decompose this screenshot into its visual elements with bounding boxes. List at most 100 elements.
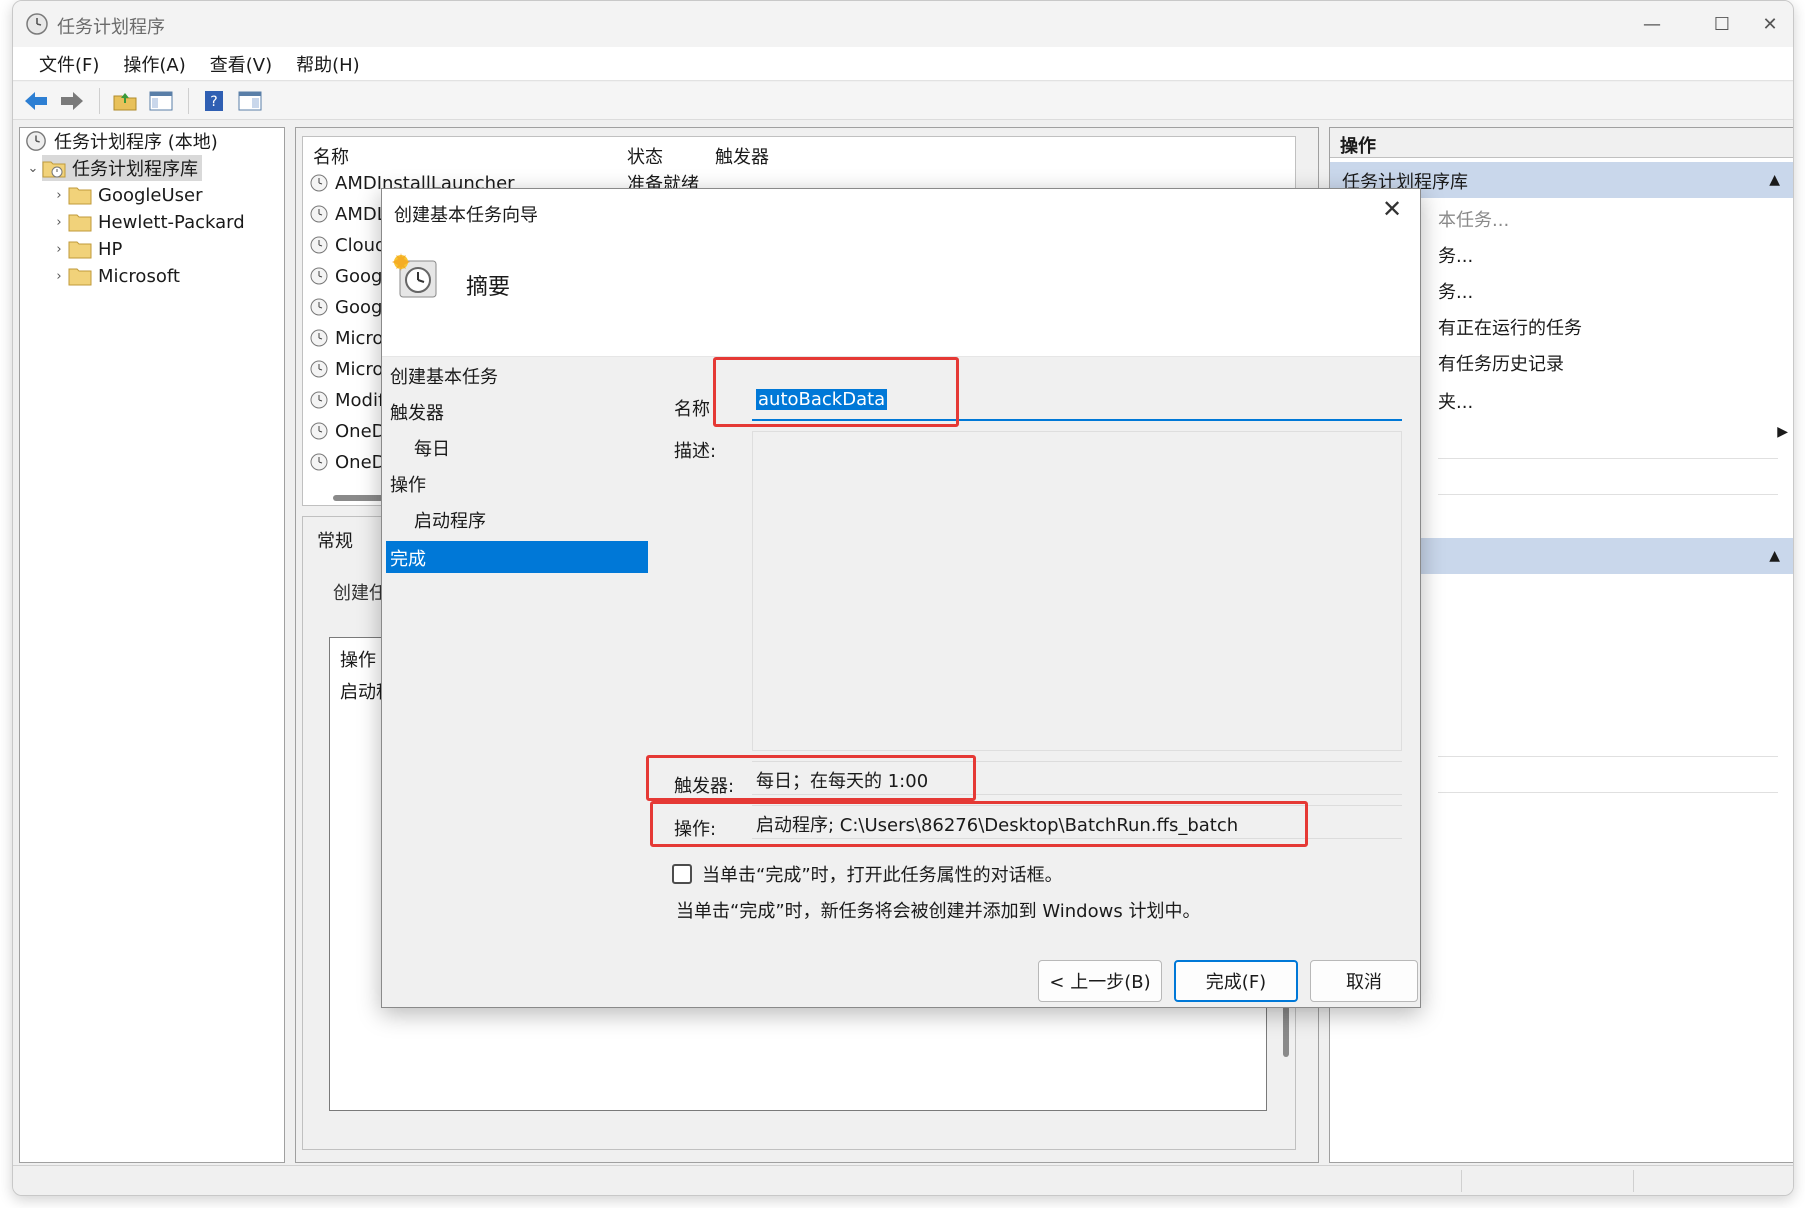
menu-action[interactable]: 操作(A)	[111, 47, 197, 81]
table-row[interactable]: AMDL	[309, 200, 387, 228]
task-name: Cloud	[335, 234, 387, 256]
help-button[interactable]: ?	[197, 85, 231, 117]
finish-hint: 当单击“完成”时，新任务将会被创建并添加到 Windows 计划中。	[676, 901, 1201, 922]
forward-arrow-icon	[61, 91, 83, 110]
wizard-step-action[interactable]: 操作	[390, 471, 426, 497]
up-folder-button[interactable]	[108, 85, 142, 117]
highlight-name-box	[713, 357, 959, 427]
action-item[interactable]: 有任务历史记录	[1438, 350, 1564, 376]
folder-icon	[68, 241, 92, 259]
panel-layout-button[interactable]	[233, 85, 267, 117]
divider	[1438, 458, 1778, 459]
expand-arrow-icon[interactable]: ▶	[1777, 424, 1788, 440]
open-properties-checkbox[interactable]	[672, 864, 692, 884]
chevron-right-icon[interactable]: ›	[50, 215, 68, 230]
tree-item-label: GoogleUser	[98, 184, 203, 206]
table-row[interactable]: Cloud	[309, 231, 386, 259]
create-basic-task-wizard: 创建基本任务向导 ✕ 摘要 创建基本任务 触发器 每日 操作 启动程序 完成 名…	[381, 188, 1421, 1008]
finish-button[interactable]: 完成(F)	[1174, 960, 1298, 1002]
dialog-title-bar: 创建基本任务向导 ✕	[382, 189, 1420, 233]
tree-item-hewlett-packard[interactable]: › Hewlett-Packard	[50, 209, 244, 235]
table-row[interactable]: Googl	[309, 293, 387, 321]
clock-icon	[310, 298, 328, 316]
open-properties-label: 当单击“完成”时，打开此任务属性的对话框。	[702, 865, 1063, 886]
clock-icon	[310, 422, 328, 440]
collapse-arrow-icon[interactable]: ▲	[1769, 172, 1780, 188]
tree-item-googleuser[interactable]: › GoogleUser	[50, 182, 203, 208]
forward-button[interactable]	[55, 85, 89, 117]
task-name: Modif	[335, 389, 385, 411]
tree-item-hp[interactable]: › HP	[50, 236, 122, 262]
folder-up-icon	[113, 92, 137, 110]
clock-icon	[310, 391, 328, 409]
back-button[interactable]	[19, 85, 53, 117]
dialog-title: 创建基本任务向导	[394, 205, 538, 226]
column-header-status[interactable]: 状态	[627, 143, 663, 169]
window-title: 任务计划程序	[57, 17, 165, 38]
tree-item-root[interactable]: 任务计划程序 (本地)	[24, 128, 218, 154]
dialog-header: 摘要	[382, 233, 1420, 357]
wizard-step-start-program[interactable]: 启动程序	[414, 507, 486, 533]
clock-icon	[310, 174, 328, 192]
divider	[1438, 756, 1778, 757]
action-item[interactable]: 有正在运行的任务	[1438, 314, 1582, 340]
wizard-step-daily[interactable]: 每日	[414, 435, 450, 461]
toolbar: ?	[13, 82, 1793, 120]
clock-icon	[26, 131, 46, 151]
wizard-step-trigger[interactable]: 触发器	[390, 399, 444, 425]
minimize-button[interactable]: —	[1617, 1, 1687, 47]
toolbar-separator	[99, 87, 100, 114]
task-name: Googl	[335, 265, 388, 287]
menu-file[interactable]: 文件(F)	[27, 47, 111, 81]
wizard-step-create[interactable]: 创建基本任务	[390, 363, 498, 389]
chevron-right-icon[interactable]: ›	[50, 269, 68, 284]
back-button[interactable]: < 上一步(B)	[1038, 960, 1162, 1002]
show-hide-console-button[interactable]	[144, 85, 178, 117]
action-item[interactable]: 本任务...	[1438, 206, 1509, 232]
chevron-right-icon[interactable]: ›	[50, 188, 68, 203]
status-separator	[1461, 1170, 1462, 1192]
collapse-arrow-icon[interactable]: ▲	[1769, 548, 1780, 564]
clock-icon	[26, 13, 48, 35]
clock-icon	[310, 329, 328, 347]
table-row[interactable]: Modif	[309, 386, 384, 414]
tab-general[interactable]: 常规	[317, 527, 353, 553]
task-name: OneD	[335, 420, 386, 442]
table-row[interactable]: OneD	[309, 448, 386, 476]
clock-icon	[310, 453, 328, 471]
wizard-step-finish[interactable]: 完成	[386, 541, 648, 573]
chevron-down-icon[interactable]: ⌄	[24, 161, 42, 176]
tree-item-label: 任务计划程序库	[72, 159, 198, 180]
menu-bar: 文件(F) 操作(A) 查看(V) 帮助(H)	[13, 47, 1793, 81]
menu-help[interactable]: 帮助(H)	[284, 47, 372, 81]
column-header-trigger[interactable]: 触发器	[715, 143, 769, 169]
table-row[interactable]: Googl	[309, 262, 387, 290]
column-header-name[interactable]: 名称	[313, 143, 349, 169]
action-item[interactable]: 务...	[1438, 242, 1473, 268]
action-item[interactable]: 务...	[1438, 278, 1473, 304]
detail-box-title: 操作	[340, 650, 376, 671]
status-bar	[13, 1165, 1793, 1195]
panel-layout-icon	[238, 91, 262, 110]
table-row[interactable]: OneD	[309, 417, 386, 445]
clock-icon	[310, 267, 328, 285]
status-separator	[1633, 1170, 1634, 1192]
tree-item-label: Microsoft	[98, 265, 180, 287]
cancel-button[interactable]: 取消	[1310, 960, 1418, 1002]
dialog-step-title: 摘要	[466, 275, 511, 300]
tree-item-selected: 任务计划程序库	[42, 155, 202, 181]
action-item[interactable]: 夹...	[1438, 388, 1473, 414]
close-icon[interactable]: ✕	[1376, 195, 1408, 227]
navigation-tree: 任务计划程序 (本地) ⌄ 任务计划程序库 › GoogleUser › Hew…	[19, 127, 285, 1163]
tree-item-library[interactable]: ⌄ 任务计划程序库	[24, 155, 202, 181]
divider	[1438, 494, 1778, 495]
menu-view[interactable]: 查看(V)	[198, 47, 284, 81]
close-window-button[interactable]: ✕	[1735, 1, 1793, 47]
folder-icon	[68, 187, 92, 205]
help-icon: ?	[205, 90, 223, 111]
tree-item-microsoft[interactable]: › Microsoft	[50, 263, 180, 289]
description-textarea[interactable]	[752, 431, 1402, 751]
name-label: 名称	[674, 399, 710, 420]
title-bar: 任务计划程序 — ☐ ✕	[13, 1, 1793, 47]
chevron-right-icon[interactable]: ›	[50, 242, 68, 257]
